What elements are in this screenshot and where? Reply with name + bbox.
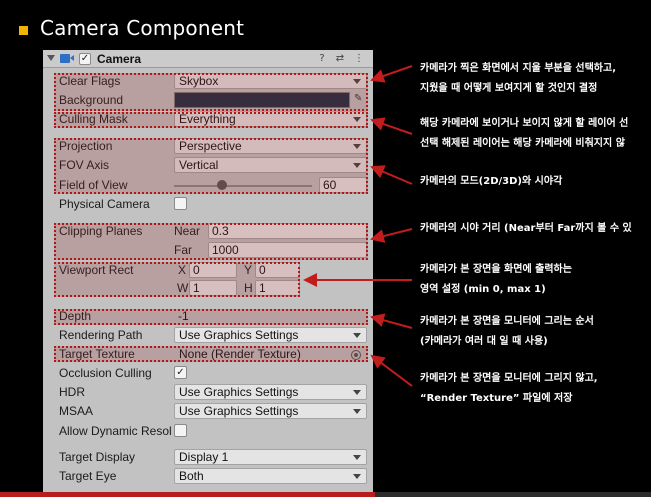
annotation-line: 카메라가 찍은 화면에서 지울 부분을 선택하고, [420,63,617,74]
arrow-clear-flags [370,65,413,83]
annotation-line: 카메라가 본 장면을 모니터에 그리지 않고, [420,373,598,384]
annotation-line: 영역 설정 (min 0, max 1) [420,284,546,295]
annotation-line: (카메라가 여러 대 일 때 사용) [420,336,548,347]
annotation-line: 카메라가 본 장면을 모니터에 그리는 순서 [420,316,594,327]
annotation-line: 해당 카메라에 보이거나 보이지 않게 할 레이어 선 [420,118,629,129]
annotation-line: 카메라가 본 장면을 화면에 출력하는 [420,264,572,275]
bottom-dark-bar [375,492,651,497]
annotation-line: 선택 해제된 레이어는 해당 카메라에 비춰지지 않 [420,138,625,149]
annotation-clear-flags: 카메라가 찍은 화면에서 지울 부분을 선택하고, 지웠을 때 어떻게 보여지게… [420,59,616,99]
annotation-clipping: 카메라의 시야 거리 (Near부터 Far까지 볼 수 있 [420,219,632,239]
annotation-target-texture: 카메라가 본 장면을 모니터에 그리지 않고, “Render Texture”… [420,369,598,409]
arrow-projection [370,165,413,185]
annotation-line: 카메라의 모드(2D/3D)와 시야각 [420,176,563,187]
annotation-line: “Render Texture” 파일에 저장 [420,393,573,404]
arrow-depth [370,313,413,329]
annotation-projection: 카메라의 모드(2D/3D)와 시야각 [420,172,562,192]
annotation-viewport: 카메라가 본 장면을 화면에 출력하는 영역 설정 (min 0, max 1) [420,260,572,300]
arrow-target-texture [370,354,413,387]
annotation-culling-mask: 해당 카메라에 보이거나 보이지 않게 할 레이어 선 선택 해제된 레이어는 … [420,114,628,154]
annotation-line: 지웠을 때 어떻게 보여지게 할 것인지 결정 [420,83,598,94]
annotation-depth: 카메라가 본 장면을 모니터에 그리는 순서 (카메라가 여러 대 일 때 사용… [420,312,594,352]
annotation-line: 카메라의 시야 거리 (Near부터 Far까지 볼 수 있 [420,223,632,234]
arrow-clipping-planes [370,228,413,243]
arrow-culling-mask [370,117,413,135]
